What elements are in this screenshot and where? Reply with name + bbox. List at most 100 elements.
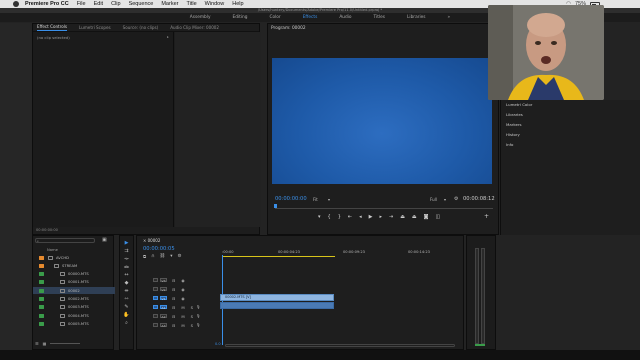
program-title[interactable]: Program: 00002 <box>271 26 306 31</box>
apple-icon[interactable] <box>13 1 19 7</box>
workspace-titles[interactable]: Titles <box>363 15 396 20</box>
list-item[interactable]: STREAM <box>33 262 115 269</box>
icon-view-icon[interactable]: ▦ <box>43 341 47 346</box>
video-frame[interactable] <box>272 58 492 184</box>
track-row[interactable]: A3 ⊟ M S 🎙 <box>137 321 465 329</box>
list-item[interactable]: AVCHD <box>33 254 115 261</box>
project-search-input[interactable]: ⌕ <box>35 238 95 243</box>
list-item[interactable]: 00003.MTS <box>33 304 115 311</box>
menu-clip[interactable]: Clip <box>111 1 120 7</box>
label-color-swatch[interactable] <box>39 263 44 268</box>
program-current-timecode[interactable]: 00:00:00:00 <box>275 196 307 202</box>
timeline-settings-icon[interactable]: ⚙ <box>178 254 182 260</box>
quality-dropdown-icon[interactable]: ▾ <box>444 197 446 202</box>
menu-sequence[interactable]: Sequence <box>129 1 154 7</box>
zoom-dropdown-icon[interactable]: ▾ <box>328 197 330 202</box>
list-view-icon[interactable]: ☰ <box>35 341 39 346</box>
lock-icon[interactable]: ⊟ <box>172 287 175 292</box>
lock-icon[interactable]: ⊟ <box>172 278 175 283</box>
track-name[interactable]: V2 <box>160 286 167 292</box>
mark-in-icon[interactable]: { <box>328 214 331 220</box>
add-marker-icon[interactable]: ▾ <box>170 254 172 260</box>
panel-history[interactable]: History <box>501 130 640 140</box>
solo-icon[interactable]: S <box>191 314 193 319</box>
label-color-swatch[interactable] <box>39 272 44 277</box>
tab-effect-controls[interactable]: Effect Controls <box>37 24 68 31</box>
list-item[interactable]: 00004.MTS <box>33 312 115 319</box>
list-item[interactable]: 00002.MTS <box>33 296 115 303</box>
track-target-toggle[interactable] <box>153 322 158 328</box>
workspace-libraries[interactable]: Libraries <box>396 15 437 20</box>
list-item[interactable]: 00005.MTS <box>33 320 115 327</box>
panel-info[interactable]: Info <box>501 140 640 150</box>
rate-stretch-tool-icon[interactable]: ↔ <box>124 272 128 278</box>
app-name-menu[interactable]: Premiere Pro CC <box>25 1 69 7</box>
panel-libraries[interactable]: Libraries <box>501 110 640 120</box>
label-color-swatch[interactable] <box>39 313 44 318</box>
camera-icon[interactable]: ◙ <box>424 214 429 220</box>
mute-icon[interactable]: M <box>181 314 184 319</box>
lock-icon[interactable]: ⊟ <box>172 296 175 301</box>
timeline-scrollbar[interactable] <box>225 344 455 347</box>
lock-icon[interactable]: ⊟ <box>172 305 175 310</box>
playhead-icon[interactable] <box>274 204 277 208</box>
list-item[interactable]: 00001.MTS <box>33 279 115 286</box>
label-color-swatch[interactable] <box>39 305 44 310</box>
go-to-out-icon[interactable]: ⇥ <box>389 214 393 220</box>
quality-dropdown[interactable]: Full <box>430 197 437 202</box>
wrench-icon[interactable]: ⚙ <box>454 196 458 202</box>
tab-source[interactable]: Source: (no clips) <box>123 25 159 30</box>
add-button-icon[interactable]: + <box>484 213 489 220</box>
selection-tool-icon[interactable]: ▶ <box>125 240 129 246</box>
track-target-toggle[interactable] <box>153 313 158 319</box>
track-name[interactable]: A3 <box>160 322 167 328</box>
eye-icon[interactable]: ◉ <box>181 278 184 283</box>
list-item[interactable]: 00002 <box>33 287 115 295</box>
ripple-edit-tool-icon[interactable]: ⟛ <box>124 256 129 262</box>
menu-title[interactable]: Title <box>186 1 196 7</box>
track-target-toggle[interactable] <box>153 286 158 292</box>
workspace-color[interactable]: Color <box>258 15 291 20</box>
menu-help[interactable]: Help <box>232 1 243 7</box>
menu-marker[interactable]: Marker <box>161 1 178 7</box>
track-row[interactable]: A2 ⊟ M S 🎙 <box>137 312 465 320</box>
track-name[interactable]: V3 <box>160 277 167 283</box>
label-color-swatch[interactable] <box>39 255 44 260</box>
workspace-assembly[interactable]: Assembly <box>179 15 222 20</box>
track-row[interactable]: V2 ⊟ ◉ <box>137 285 465 293</box>
audio-clip[interactable] <box>220 302 334 309</box>
timeline-timecode[interactable]: 00:00:00:05 <box>143 246 175 252</box>
solo-icon[interactable]: S <box>191 305 193 310</box>
microphone-icon[interactable]: 🎙 <box>196 314 200 318</box>
program-scrubber[interactable] <box>274 204 493 209</box>
microphone-icon[interactable]: 🎙 <box>196 323 200 327</box>
panel-menu-icon[interactable]: ▸ <box>167 35 169 39</box>
zoom-tool-icon[interactable]: ⌕ <box>125 320 128 326</box>
track-name[interactable]: A1 <box>160 304 167 310</box>
track-target-toggle[interactable] <box>153 295 158 301</box>
slip-tool-icon[interactable]: ⇹ <box>124 288 128 294</box>
nest-toggle-icon[interactable]: ⧉ <box>143 254 146 260</box>
mute-icon[interactable]: M <box>181 323 184 328</box>
menu-edit[interactable]: Edit <box>94 1 103 7</box>
menu-window[interactable]: Window <box>205 1 225 7</box>
hand-tool-icon[interactable]: ✋ <box>123 312 129 318</box>
thumbnail-size-slider[interactable] <box>50 343 81 344</box>
workspace-effects[interactable]: Effects <box>292 15 329 20</box>
track-name[interactable]: A2 <box>160 313 167 319</box>
panel-lumetri-color[interactable]: Lumetri Color <box>501 100 640 110</box>
rolling-edit-tool-icon[interactable]: ⟚ <box>124 264 129 270</box>
step-forward-icon[interactable]: ▸ <box>379 214 382 220</box>
go-to-in-icon[interactable]: ⇤ <box>348 214 352 220</box>
track-row[interactable]: V3 ⊟ ◉ <box>137 276 465 284</box>
mark-out-icon[interactable]: } <box>338 214 341 220</box>
label-color-swatch[interactable] <box>39 288 44 293</box>
list-item[interactable]: 00000.MTS <box>33 271 115 278</box>
mute-icon[interactable]: M <box>181 305 184 310</box>
eye-icon[interactable]: ◉ <box>181 296 184 301</box>
razor-tool-icon[interactable]: ◆ <box>125 280 129 286</box>
label-color-swatch[interactable] <box>39 297 44 301</box>
video-clip[interactable]: 00002.MTS [V] <box>220 294 334 301</box>
compare-icon[interactable]: ◫ <box>436 214 441 220</box>
track-select-tool-icon[interactable]: ⇉ <box>124 248 128 254</box>
